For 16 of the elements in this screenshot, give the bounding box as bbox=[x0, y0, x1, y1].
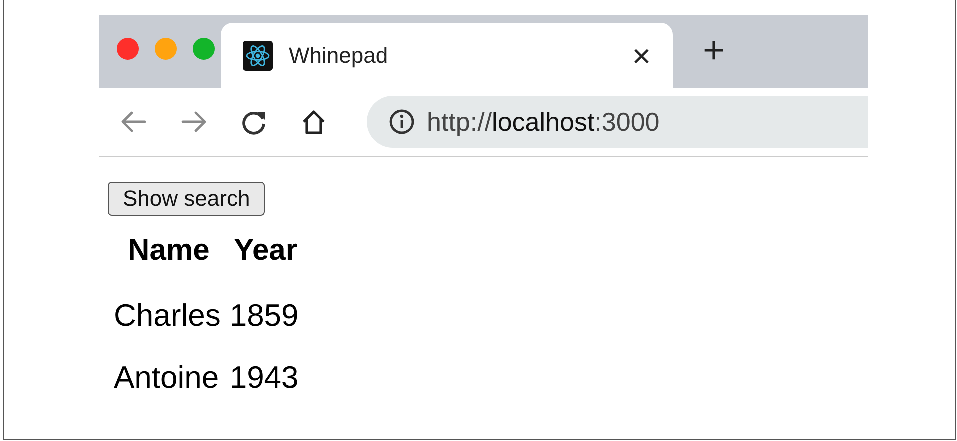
info-icon[interactable] bbox=[389, 109, 415, 135]
table-cell-text: 1943 bbox=[228, 359, 300, 397]
url-text: http://localhost:3000 bbox=[427, 106, 660, 138]
atom-icon bbox=[243, 40, 273, 70]
table-cell-text: 1859 bbox=[228, 297, 300, 335]
new-tab-button[interactable]: + bbox=[703, 32, 726, 70]
close-tab-button[interactable]: × bbox=[632, 40, 651, 72]
close-window-button[interactable] bbox=[117, 38, 139, 60]
column-header: Name bbox=[127, 233, 211, 269]
column-header: Year bbox=[233, 233, 299, 269]
tab-title: Whinepad bbox=[289, 42, 390, 68]
table-cell-text: Charles bbox=[113, 297, 222, 335]
address-bar[interactable]: http://localhost:3000 bbox=[367, 96, 868, 148]
table-cell-text: Antoine bbox=[113, 359, 220, 397]
show-search-button[interactable]: Show search bbox=[108, 182, 266, 216]
browser-tab[interactable]: Whinepad × bbox=[221, 23, 673, 88]
